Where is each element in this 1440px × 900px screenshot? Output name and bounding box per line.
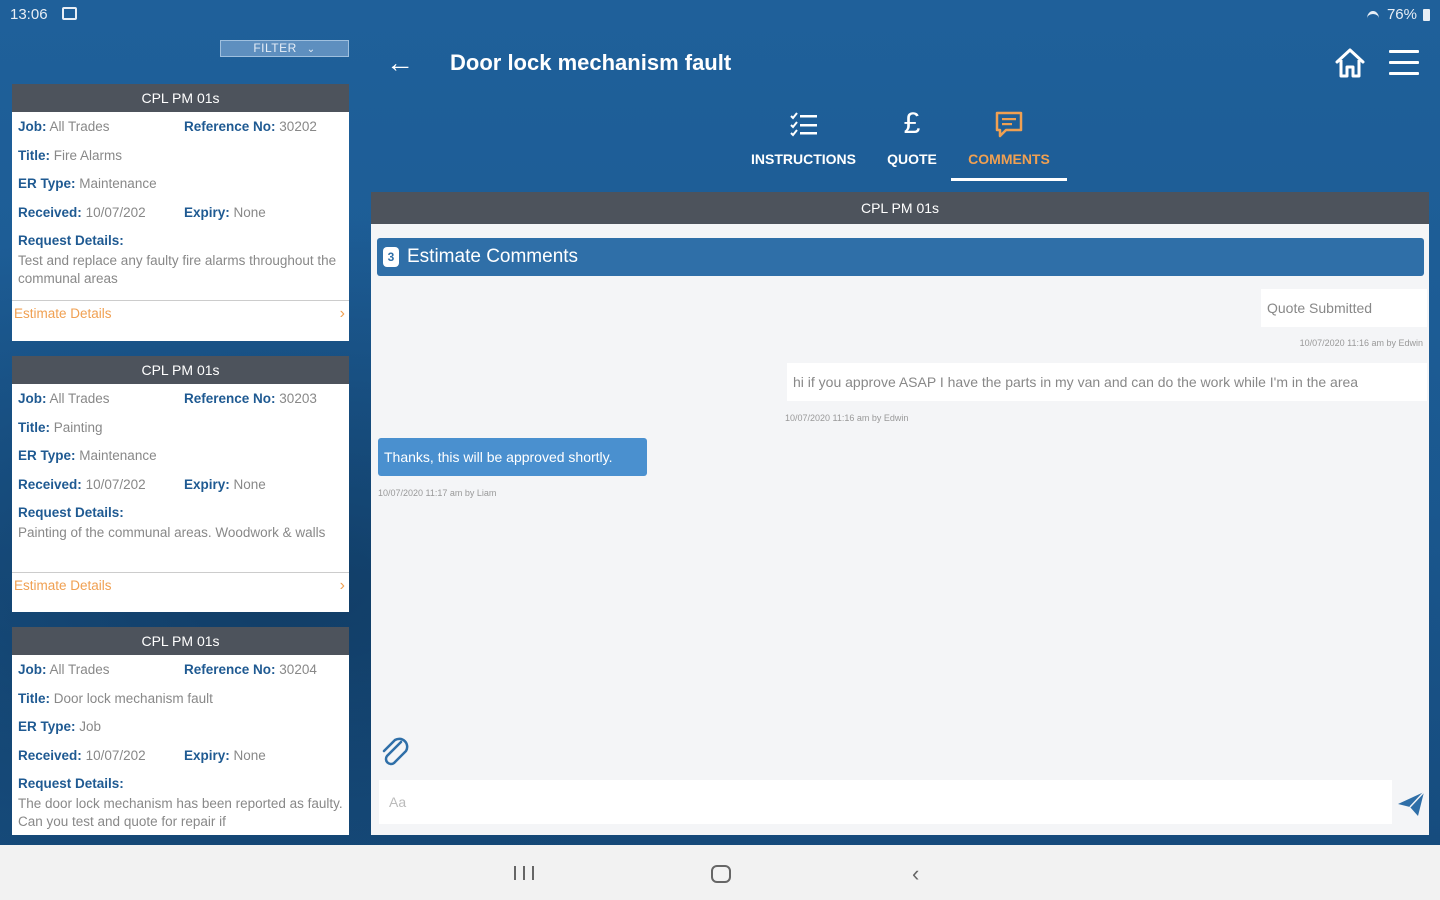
filter-button[interactable]: FILTER ⌄ [220, 40, 349, 57]
er-type-value: Maintenance [79, 176, 157, 191]
er-type-label: ER Type: [18, 719, 76, 734]
panel-header: CPL PM 01s [371, 192, 1429, 224]
paperclip-icon[interactable] [377, 734, 413, 770]
card-header: CPL PM 01s [12, 627, 349, 655]
title-label: Title: [18, 147, 51, 163]
title-value: Fire Alarms [53, 147, 123, 163]
estimate-details-link[interactable]: Estimate Details › [12, 300, 349, 326]
received-value: 10/07/202 [85, 476, 146, 492]
filter-label: FILTER [253, 41, 297, 55]
expiry-label: Expiry: [184, 204, 230, 220]
tab-comments-label: COMMENTS [968, 151, 1050, 167]
tab-comments[interactable]: COMMENTS [951, 105, 1067, 181]
status-bar: 13:06 76% [0, 0, 1440, 30]
reference-value: 30204 [279, 662, 317, 677]
own-message-bubble: Thanks, this will be approved shortly. [378, 438, 647, 476]
active-tab-indicator [951, 178, 1067, 181]
card-header: CPL PM 01s [12, 356, 349, 384]
received-label: Received: [18, 204, 82, 220]
title-value: Door lock mechanism fault [53, 690, 213, 706]
title-value: Painting [53, 419, 103, 435]
estimate-comments-header: 3 Estimate Comments [377, 238, 1424, 276]
estimate-details-label: Estimate Details [14, 306, 112, 321]
title-label: Title: [18, 690, 51, 706]
message-meta: 10/07/2020 11:16 am by Edwin [1299, 338, 1423, 348]
tab-quote-label: QUOTE [887, 151, 937, 167]
tab-instructions[interactable]: INSTRUCTIONS [745, 105, 862, 167]
comments-panel: CPL PM 01s 3 Estimate Comments Quote Sub… [371, 192, 1429, 835]
request-details-label: Request Details: [18, 233, 124, 248]
reference-label: Reference No: [184, 662, 276, 677]
request-details-text: Painting of the communal areas. Woodwork… [18, 525, 326, 540]
job-value: All Trades [49, 391, 110, 406]
received-value: 10/07/202 [85, 204, 146, 220]
title-label: Title: [18, 419, 51, 435]
status-time: 13:06 [10, 6, 48, 23]
page-title: Door lock mechanism fault [450, 50, 732, 75]
er-type-value: Maintenance [79, 448, 157, 463]
received-label: Received: [18, 747, 82, 763]
pound-icon: £ [903, 107, 921, 140]
expiry-value: None [233, 747, 266, 763]
checklist-icon [789, 112, 817, 137]
home-icon[interactable] [1333, 46, 1367, 80]
comment-input-placeholder: Aa [389, 794, 407, 810]
message-bubble: hi if you approve ASAP I have the parts … [787, 363, 1427, 401]
reference-label: Reference No: [184, 391, 276, 406]
job-card[interactable]: CPL PM 01s Job: All Trades Reference No:… [12, 84, 349, 341]
gallery-icon [62, 7, 77, 20]
chevron-right-icon: › [339, 577, 345, 594]
reference-value: 30202 [279, 119, 317, 134]
job-card[interactable]: CPL PM 01s Job: All Trades Reference No:… [12, 356, 349, 612]
estimate-details-link[interactable]: Estimate Details › [12, 572, 349, 598]
request-details-text: The door lock mechanism has been reporte… [18, 796, 343, 829]
er-type-label: ER Type: [18, 448, 76, 463]
tab-instructions-label: INSTRUCTIONS [751, 151, 856, 167]
message-meta: 10/07/2020 11:17 am by Liam [378, 488, 497, 498]
comment-input[interactable]: Aa [379, 780, 1392, 824]
wifi-icon [1365, 9, 1381, 21]
comment-icon [995, 111, 1023, 138]
job-value: All Trades [49, 119, 110, 134]
job-label: Job: [18, 662, 47, 677]
send-icon[interactable] [1396, 790, 1426, 818]
request-details-label: Request Details: [18, 776, 124, 791]
request-details-text: Test and replace any faulty fire alarms … [18, 253, 337, 286]
hamburger-menu-icon[interactable] [1389, 50, 1419, 76]
er-type-value: Job [79, 719, 102, 734]
expiry-value: None [233, 204, 266, 220]
back-arrow-icon[interactable]: ← [386, 48, 414, 78]
chevron-right-icon: › [339, 305, 345, 322]
expiry-label: Expiry: [184, 747, 230, 763]
system-nav-bar: ‹ [0, 845, 1440, 900]
reference-value: 30203 [279, 391, 317, 406]
estimate-details-label: Estimate Details [14, 578, 112, 593]
recent-apps-icon[interactable] [514, 866, 534, 880]
message-meta: 10/07/2020 11:16 am by Edwin [785, 413, 909, 423]
comment-count-badge: 3 [383, 247, 399, 267]
er-type-label: ER Type: [18, 176, 76, 191]
reference-label: Reference No: [184, 119, 276, 134]
home-button-icon[interactable] [711, 865, 731, 883]
job-value: All Trades [49, 662, 110, 677]
battery-icon [1423, 8, 1430, 21]
battery-percent: 76% [1386, 6, 1417, 23]
job-label: Job: [18, 119, 47, 134]
job-card[interactable]: CPL PM 01s Job: All Trades Reference No:… [12, 627, 349, 835]
system-back-icon[interactable]: ‹ [912, 861, 919, 887]
request-details-label: Request Details: [18, 505, 124, 520]
message-bubble: Quote Submitted [1261, 289, 1427, 327]
section-title: Estimate Comments [407, 246, 579, 267]
received-value: 10/07/202 [85, 747, 146, 763]
job-label: Job: [18, 391, 47, 406]
card-header: CPL PM 01s [12, 84, 349, 112]
expiry-label: Expiry: [184, 476, 230, 492]
received-label: Received: [18, 476, 82, 492]
expiry-value: None [233, 476, 266, 492]
tab-quote[interactable]: £ QUOTE [880, 105, 944, 167]
chevron-down-icon: ⌄ [306, 44, 316, 55]
